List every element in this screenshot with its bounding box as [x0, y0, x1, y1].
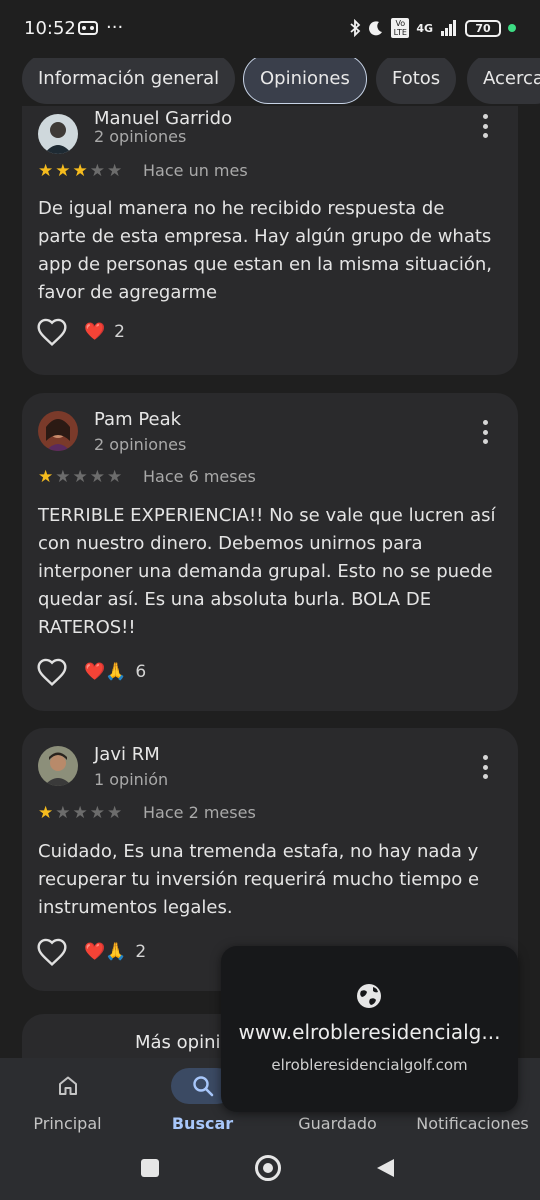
review-time: Hace 6 meses: [143, 467, 256, 486]
volte-badge: Vo LTE: [391, 18, 410, 38]
star-rating: ★ ★ ★ ★ ★: [38, 468, 122, 486]
gamepad-icon: [78, 21, 98, 35]
reactions-summary[interactable]: ❤️🙏 2: [84, 942, 146, 962]
reviewer-review-count: 2 opiniones: [94, 435, 187, 454]
nav-principal[interactable]: Principal: [0, 1058, 135, 1142]
star-empty-icon: ★: [55, 467, 71, 487]
status-bar: 10:52 ··· Vo LTE 4G 70: [0, 0, 540, 58]
star-empty-icon: ★: [89, 803, 105, 823]
star-filled-icon: ★: [38, 161, 54, 181]
reviewer-name[interactable]: Pam Peak: [94, 409, 181, 430]
star-filled-icon: ★: [38, 803, 54, 823]
system-navigation-bar: [0, 1142, 540, 1200]
star-empty-icon: ★: [89, 161, 105, 181]
review-time: Hace un mes: [143, 161, 248, 180]
network-type: 4G: [416, 21, 433, 35]
recents-button[interactable]: [141, 1159, 159, 1177]
globe-icon: [357, 984, 381, 1008]
avatar[interactable]: [38, 746, 78, 786]
home-icon: [36, 1068, 100, 1104]
avatar[interactable]: [38, 411, 78, 451]
battery-indicator: 70: [465, 19, 501, 37]
reaction-emojis: ❤️🙏: [84, 662, 127, 682]
star-empty-icon: ★: [107, 161, 123, 181]
place-tabs: Información general Opiniones Fotos Acer…: [0, 52, 540, 106]
privacy-indicator-dot: [508, 24, 516, 32]
clock: 10:52: [24, 18, 76, 39]
moon-icon: [369, 21, 383, 36]
star-empty-icon: ★: [72, 467, 88, 487]
reactions-summary[interactable]: ❤️ 2: [84, 322, 125, 342]
review-text: Cuidado, Es una tremenda estafa, no hay …: [38, 841, 480, 918]
review-text: TERRIBLE EXPERIENCIA!! No se vale que lu…: [38, 505, 496, 638]
like-heart-icon[interactable]: [36, 317, 68, 349]
reviews-list[interactable]: Manuel Garrido 2 opiniones ★ ★ ★ ★ ★ Hace un…: [0, 106, 540, 1058]
nav-label: Principal: [33, 1114, 102, 1133]
nav-label: Notificaciones: [416, 1114, 529, 1133]
star-filled-icon: ★: [72, 161, 88, 181]
reviewer-name[interactable]: Javi RM: [94, 744, 160, 765]
star-empty-icon: ★: [89, 467, 105, 487]
popup-url[interactable]: www.elrobleresidencialg...: [221, 1020, 518, 1044]
star-empty-icon: ★: [107, 467, 123, 487]
back-button[interactable]: [374, 1157, 396, 1179]
review-card: Manuel Garrido 2 opiniones ★ ★ ★ ★ ★ Hace un…: [22, 106, 518, 375]
nav-label: Guardado: [298, 1114, 377, 1133]
reactions-summary[interactable]: ❤️🙏 6: [84, 662, 146, 682]
reaction-emojis: ❤️🙏: [84, 942, 127, 962]
more-notifications-dots: ···: [106, 17, 124, 38]
star-empty-icon: ★: [107, 803, 123, 823]
review-card: Pam Peak 2 opiniones ★ ★ ★ ★ ★ Hace 6 meses …: [22, 393, 518, 711]
star-filled-icon: ★: [55, 161, 71, 181]
more-reviews-button[interactable]: Más opini: [135, 1032, 221, 1053]
nav-label: Buscar: [171, 1114, 234, 1133]
notification-icons: ···: [78, 17, 124, 38]
star-empty-icon: ★: [72, 803, 88, 823]
tab-fotos[interactable]: Fotos: [376, 54, 457, 104]
star-rating: ★ ★ ★ ★ ★: [38, 162, 122, 180]
review-text: De igual manera no he recibido respuesta…: [38, 198, 493, 303]
avatar[interactable]: [38, 114, 78, 154]
like-heart-icon[interactable]: [36, 657, 68, 689]
reviewer-review-count: 2 opiniones: [94, 127, 187, 146]
review-time: Hace 2 meses: [143, 803, 256, 822]
tab-acerca[interactable]: Acerca: [467, 54, 540, 104]
signal-icon: [441, 20, 456, 36]
like-heart-icon[interactable]: [36, 937, 68, 969]
home-button[interactable]: [255, 1155, 281, 1181]
bluetooth-icon: [350, 19, 361, 37]
reaction-count: 2: [114, 322, 125, 342]
star-rating: ★ ★ ★ ★ ★: [38, 804, 122, 822]
more-options-button[interactable]: [474, 753, 496, 781]
tab-opiniones[interactable]: Opiniones: [243, 54, 367, 104]
more-options-button[interactable]: [474, 418, 496, 446]
reaction-count: 6: [135, 662, 147, 682]
link-preview-popup[interactable]: www.elrobleresidencialg... elroblereside…: [221, 946, 518, 1112]
reviewer-review-count: 1 opinión: [94, 770, 169, 789]
reaction-emojis: ❤️: [84, 322, 106, 342]
star-filled-icon: ★: [38, 467, 54, 487]
more-options-button[interactable]: [474, 112, 496, 140]
star-empty-icon: ★: [55, 803, 71, 823]
reaction-count: 2: [135, 942, 147, 962]
tab-informacion-general[interactable]: Información general: [22, 54, 236, 104]
reviewer-name[interactable]: Manuel Garrido: [94, 108, 232, 129]
popup-domain: elrobleresidencialgolf.com: [271, 1056, 468, 1074]
